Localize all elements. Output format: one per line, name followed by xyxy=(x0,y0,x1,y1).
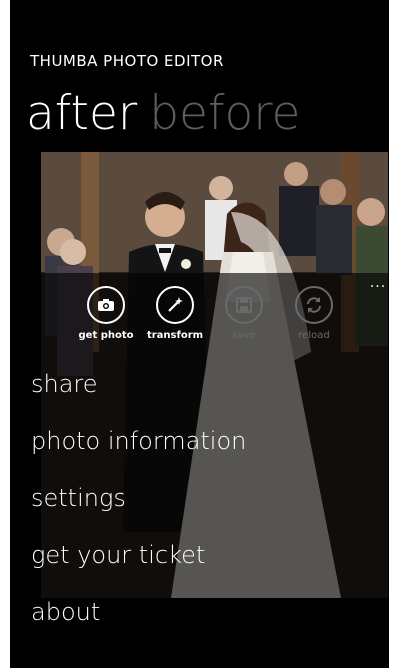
get-photo-button[interactable]: get photo xyxy=(74,286,138,341)
get-photo-label: get photo xyxy=(78,330,134,341)
app-title: THUMBA PHOTO EDITOR xyxy=(30,52,224,70)
phone-screen: THUMBA PHOTO EDITOR after before get pho… xyxy=(10,0,389,668)
refresh-icon xyxy=(295,286,333,324)
pivot-header: after before xyxy=(26,84,300,144)
magic-wand-icon xyxy=(156,286,194,324)
menu-item-about[interactable]: about xyxy=(31,598,100,626)
menu-item-photo-information[interactable]: photo information xyxy=(31,427,246,455)
floppy-disk-icon xyxy=(225,286,263,324)
menu-item-share[interactable]: share xyxy=(31,370,98,398)
camera-icon xyxy=(87,286,125,324)
save-button[interactable]: save xyxy=(212,286,276,341)
reload-button[interactable]: reload xyxy=(282,286,346,341)
reload-label: reload xyxy=(298,330,330,341)
more-options-icon[interactable]: ... xyxy=(367,276,389,290)
transform-button[interactable]: transform xyxy=(143,286,207,341)
transform-label: transform xyxy=(146,330,204,341)
save-label: save xyxy=(232,330,256,341)
pivot-item-after[interactable]: after xyxy=(26,86,137,141)
menu-item-get-your-ticket[interactable]: get your ticket xyxy=(31,541,205,569)
pivot-item-before[interactable]: before xyxy=(149,86,300,141)
menu-item-settings[interactable]: settings xyxy=(31,484,126,512)
